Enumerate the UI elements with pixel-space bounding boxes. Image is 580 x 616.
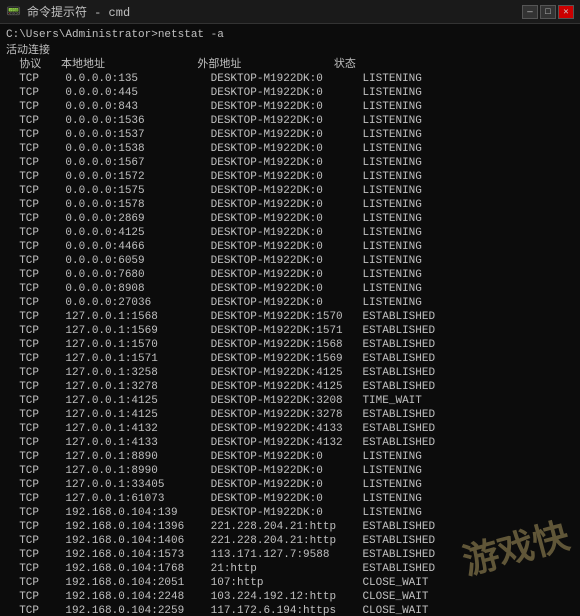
- table-row: TCP 0.0.0.0:1538 DESKTOP-M1922DK:0 LISTE…: [6, 142, 574, 156]
- table-row: TCP 127.0.0.1:1568 DESKTOP-M1922DK:1570 …: [6, 310, 574, 324]
- table-row: TCP 192.168.0.104:2051 107:http CLOSE_WA…: [6, 576, 574, 590]
- prompt-line: C:\Users\Administrator>netstat -a: [6, 28, 574, 42]
- table-row: TCP 192.168.0.104:2248 103.224.192.12:ht…: [6, 590, 574, 604]
- maximize-button[interactable]: □: [540, 5, 556, 19]
- table-row: TCP 0.0.0.0:4125 DESKTOP-M1922DK:0 LISTE…: [6, 226, 574, 240]
- table-row: TCP 0.0.0.0:1578 DESKTOP-M1922DK:0 LISTE…: [6, 198, 574, 212]
- table-row: TCP 127.0.0.1:4133 DESKTOP-M1922DK:4132 …: [6, 436, 574, 450]
- table-row: TCP 127.0.0.1:3258 DESKTOP-M1922DK:4125 …: [6, 366, 574, 380]
- table-row: TCP 127.0.0.1:4125 DESKTOP-M1922DK:3278 …: [6, 408, 574, 422]
- rows-container: TCP 0.0.0.0:135 DESKTOP-M1922DK:0 LISTEN…: [6, 72, 574, 616]
- table-row: TCP 127.0.0.1:3278 DESKTOP-M1922DK:4125 …: [6, 380, 574, 394]
- table-row: TCP 127.0.0.1:4125 DESKTOP-M1922DK:3208 …: [6, 394, 574, 408]
- table-row: TCP 127.0.0.1:1570 DESKTOP-M1922DK:1568 …: [6, 338, 574, 352]
- cmd-icon: 📟: [6, 4, 21, 19]
- table-row: TCP 0.0.0.0:27036 DESKTOP-M1922DK:0 LIST…: [6, 296, 574, 310]
- table-row: TCP 0.0.0.0:135 DESKTOP-M1922DK:0 LISTEN…: [6, 72, 574, 86]
- table-row: TCP 0.0.0.0:2869 DESKTOP-M1922DK:0 LISTE…: [6, 212, 574, 226]
- table-row: TCP 0.0.0.0:1567 DESKTOP-M1922DK:0 LISTE…: [6, 156, 574, 170]
- section-title: 活动连接: [6, 44, 574, 58]
- table-row: TCP 0.0.0.0:4466 DESKTOP-M1922DK:0 LISTE…: [6, 240, 574, 254]
- window: 📟 命令提示符 - cmd — □ ✕ C:\Users\Administrat…: [0, 0, 580, 616]
- table-row: TCP 0.0.0.0:1537 DESKTOP-M1922DK:0 LISTE…: [6, 128, 574, 142]
- table-row: TCP 127.0.0.1:61073 DESKTOP-M1922DK:0 LI…: [6, 492, 574, 506]
- close-button[interactable]: ✕: [558, 5, 574, 19]
- table-row: TCP 0.0.0.0:1572 DESKTOP-M1922DK:0 LISTE…: [6, 170, 574, 184]
- title-bar-left: 📟 命令提示符 - cmd: [6, 3, 130, 20]
- table-row: TCP 192.168.0.104:1396 221.228.204.21:ht…: [6, 520, 574, 534]
- title-bar: 📟 命令提示符 - cmd — □ ✕: [0, 0, 580, 24]
- minimize-button[interactable]: —: [522, 5, 538, 19]
- table-row: TCP 127.0.0.1:1571 DESKTOP-M1922DK:1569 …: [6, 352, 574, 366]
- table-row: TCP 0.0.0.0:7680 DESKTOP-M1922DK:0 LISTE…: [6, 268, 574, 282]
- col-headers: 协议 本地地址 外部地址 状态: [6, 58, 574, 72]
- terminal-body: C:\Users\Administrator>netstat -a 活动连接 协…: [0, 24, 580, 616]
- table-row: TCP 0.0.0.0:445 DESKTOP-M1922DK:0 LISTEN…: [6, 86, 574, 100]
- window-title: 命令提示符 - cmd: [27, 3, 130, 20]
- table-row: TCP 192.168.0.104:2259 117.172.6.194:htt…: [6, 604, 574, 616]
- table-row: TCP 0.0.0.0:843 DESKTOP-M1922DK:0 LISTEN…: [6, 100, 574, 114]
- table-row: TCP 192.168.0.104:1768 21:http ESTABLISH…: [6, 562, 574, 576]
- table-row: TCP 0.0.0.0:6059 DESKTOP-M1922DK:0 LISTE…: [6, 254, 574, 268]
- table-row: TCP 0.0.0.0:1536 DESKTOP-M1922DK:0 LISTE…: [6, 114, 574, 128]
- table-row: TCP 192.168.0.104:1406 221.228.204.21:ht…: [6, 534, 574, 548]
- table-row: TCP 0.0.0.0:8908 DESKTOP-M1922DK:0 LISTE…: [6, 282, 574, 296]
- table-row: TCP 127.0.0.1:8890 DESKTOP-M1922DK:0 LIS…: [6, 450, 574, 464]
- table-row: TCP 127.0.0.1:33405 DESKTOP-M1922DK:0 LI…: [6, 478, 574, 492]
- table-row: TCP 127.0.0.1:4132 DESKTOP-M1922DK:4133 …: [6, 422, 574, 436]
- table-row: TCP 0.0.0.0:1575 DESKTOP-M1922DK:0 LISTE…: [6, 184, 574, 198]
- table-row: TCP 192.168.0.104:139 DESKTOP-M1922DK:0 …: [6, 506, 574, 520]
- table-row: TCP 127.0.0.1:8990 DESKTOP-M1922DK:0 LIS…: [6, 464, 574, 478]
- table-row: TCP 127.0.0.1:1569 DESKTOP-M1922DK:1571 …: [6, 324, 574, 338]
- table-row: TCP 192.168.0.104:1573 113.171.127.7:958…: [6, 548, 574, 562]
- title-bar-controls[interactable]: — □ ✕: [522, 5, 574, 19]
